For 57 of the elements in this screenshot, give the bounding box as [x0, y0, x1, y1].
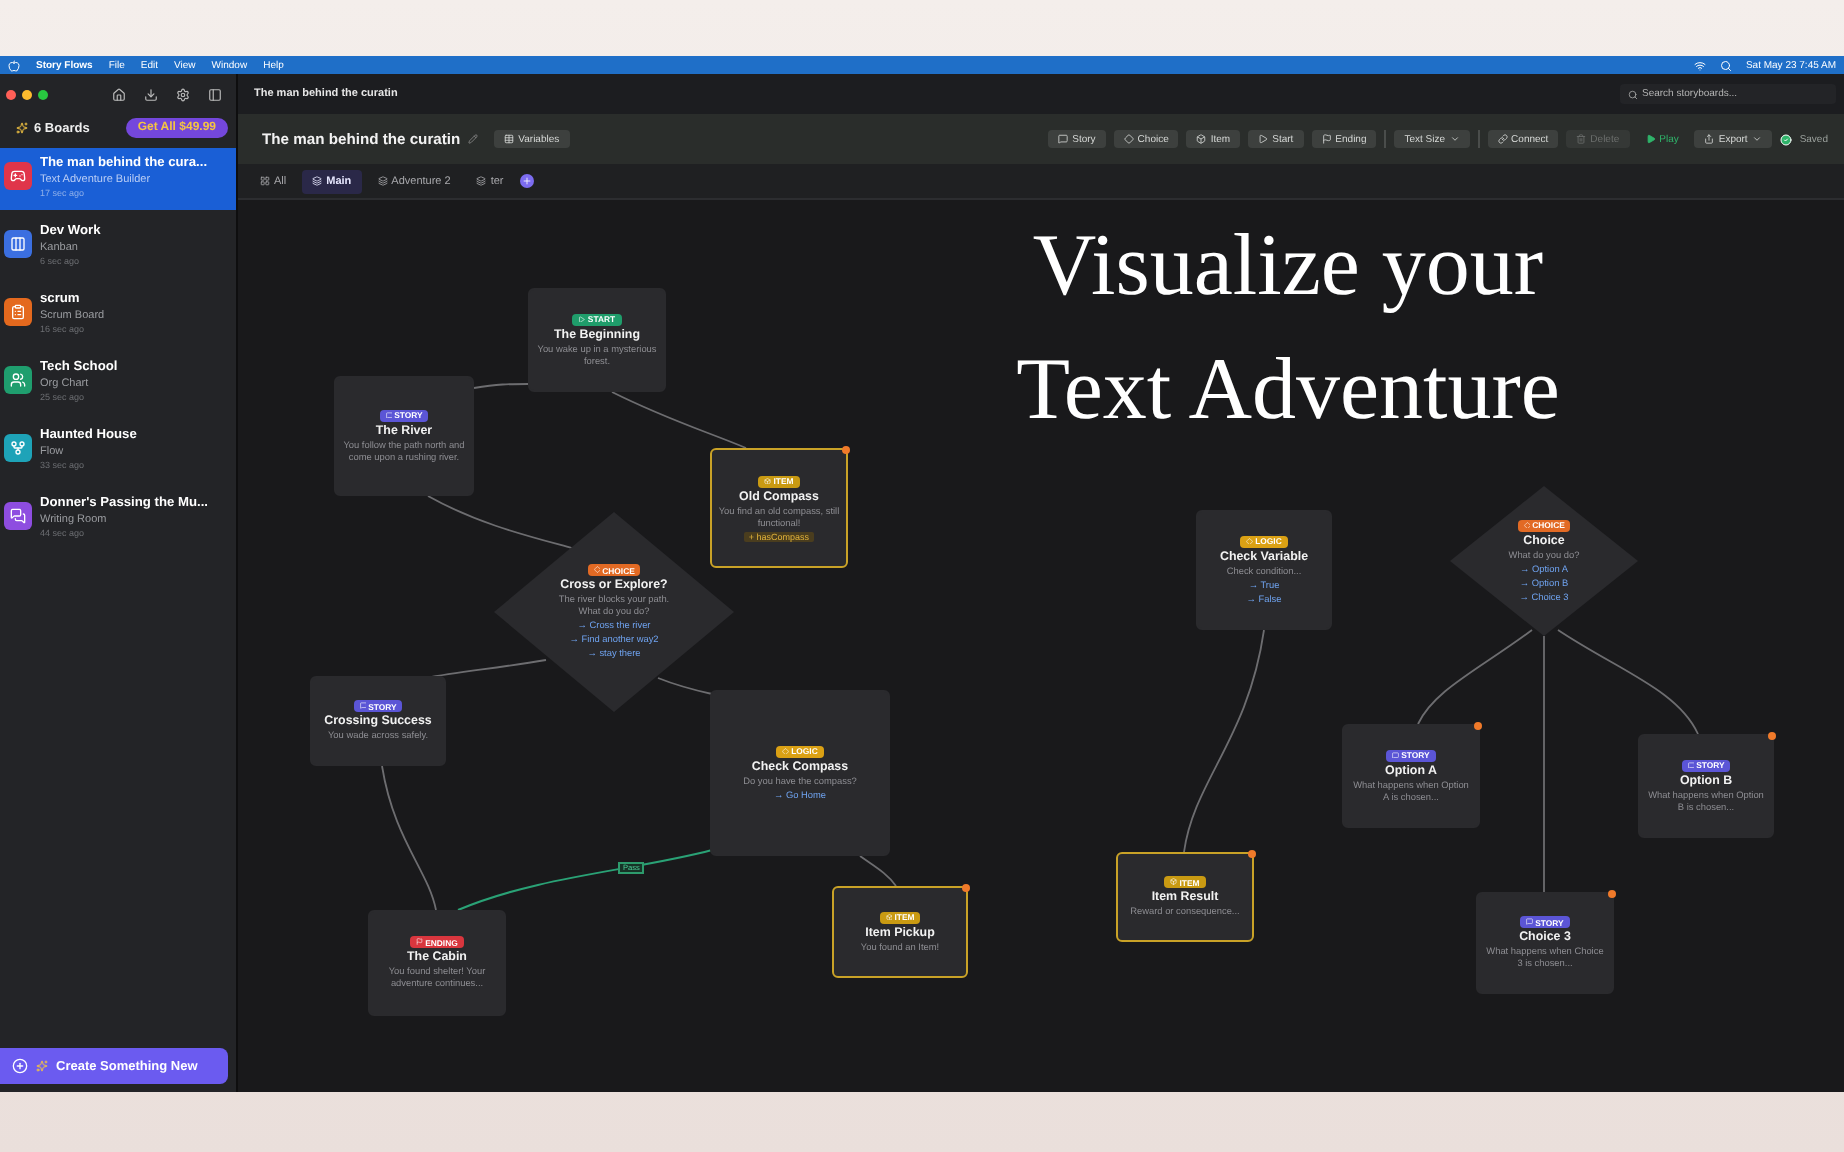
apple-icon[interactable] — [8, 59, 20, 71]
speech-bubble-icon — [385, 411, 393, 419]
box-icon — [764, 477, 772, 485]
close-window-button[interactable] — [6, 89, 16, 99]
headline-text: Text Adventure — [1016, 338, 1560, 442]
connector-line — [859, 855, 897, 887]
connector-line — [1557, 629, 1699, 735]
layers-icon — [377, 176, 388, 186]
connector-line — [657, 677, 713, 695]
diamond-icon — [593, 566, 601, 574]
home-icon[interactable] — [112, 87, 126, 101]
search-icon — [1628, 89, 1638, 99]
speech-bubble-icon — [359, 702, 367, 710]
connector-line — [473, 383, 529, 389]
sparkle-icon — [36, 1060, 48, 1072]
diamond-icon — [782, 747, 790, 755]
speech-bubble-icon — [1392, 751, 1400, 759]
play-icon — [1258, 134, 1269, 144]
diamond-icon — [1123, 134, 1134, 144]
sidebar-toggle-icon[interactable] — [208, 87, 222, 101]
play-icon — [578, 315, 586, 323]
headline-text: Visualize your — [1032, 214, 1544, 318]
sparkle-icon — [16, 122, 28, 134]
box-icon — [885, 913, 893, 921]
speech-bubble-icon — [1687, 761, 1695, 769]
download-icon[interactable] — [144, 87, 158, 101]
plus-icon — [521, 176, 532, 186]
layers-icon — [312, 176, 323, 186]
connector-line — [1417, 629, 1533, 725]
minimize-window-button[interactable] — [22, 89, 32, 99]
diamond-node[interactable] — [494, 512, 734, 712]
diamond-icon — [1246, 537, 1254, 545]
grid-icon — [260, 176, 270, 186]
speech-bubble-icon — [1058, 134, 1069, 144]
diamond-node[interactable] — [1450, 486, 1638, 636]
caret-icon — [1449, 134, 1460, 144]
connector-line — [611, 391, 747, 449]
flag-icon — [1321, 134, 1332, 144]
play-icon — [1645, 134, 1656, 144]
box-icon — [1170, 878, 1178, 886]
diamond-icon — [1523, 521, 1531, 529]
search-icon[interactable] — [1719, 59, 1732, 71]
settings-icon[interactable] — [176, 87, 190, 101]
speech-bubble-icon — [1526, 918, 1534, 926]
plus-circle-icon — [12, 1058, 28, 1074]
caret-icon — [1751, 134, 1762, 144]
trash-icon — [1576, 134, 1587, 144]
wifi-icon[interactable] — [1693, 59, 1706, 71]
add-tab-button[interactable] — [519, 174, 534, 188]
table-icon — [504, 134, 515, 144]
check-icon — [1779, 133, 1792, 145]
link-icon — [1497, 134, 1508, 144]
flag-icon — [416, 938, 424, 946]
box-icon — [1196, 134, 1207, 144]
layers-icon — [476, 176, 487, 186]
share-icon — [1704, 134, 1715, 144]
zoom-window-button[interactable] — [38, 89, 48, 99]
